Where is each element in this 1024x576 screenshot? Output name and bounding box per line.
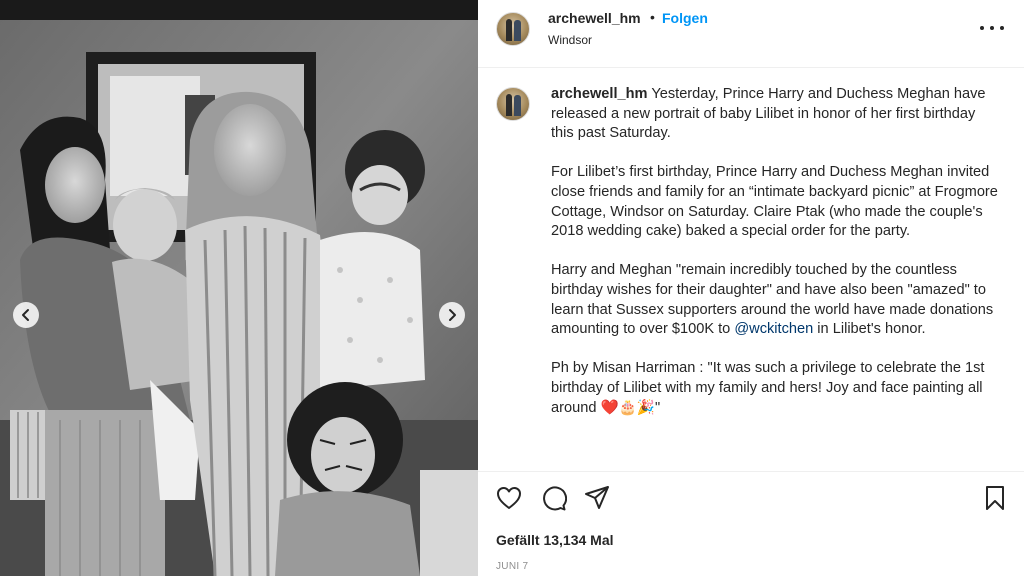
caption-paragraph-3-end: in Lilibet's honor. [813, 321, 926, 338]
heart-outline-icon [497, 487, 521, 509]
post-side-panel: archewell_hm • Folgen Windsor archewell_… [478, 0, 1024, 576]
bookmark-outline-icon [986, 486, 1004, 510]
share-button[interactable] [583, 484, 611, 512]
speech-bubble-icon [543, 486, 568, 511]
caption-paragraph-2: For Lilibet’s first birthday, Prince Har… [551, 164, 998, 240]
prev-photo-button[interactable] [13, 302, 39, 328]
header-username[interactable]: archewell_hm [548, 10, 641, 26]
post-date[interactable]: JUNI 7 [496, 561, 528, 572]
likes-count[interactable]: Gefällt 13,134 Mal [496, 532, 614, 548]
avatar[interactable] [496, 12, 530, 46]
post-header: archewell_hm • Folgen Windsor [478, 0, 1024, 68]
post-actions [478, 484, 1024, 516]
more-options-icon[interactable] [980, 22, 1004, 34]
paper-plane-icon [585, 486, 609, 509]
caption-area: archewell_hm Yesterday, Prince Harry and… [478, 69, 1024, 472]
location-link[interactable]: Windsor [548, 33, 592, 47]
caption-avatar[interactable] [496, 87, 530, 121]
caption-username[interactable]: archewell_hm [551, 86, 648, 102]
like-button[interactable] [495, 484, 523, 512]
caption-paragraph-4-end: " [655, 399, 661, 416]
post-photo-pane [0, 0, 478, 576]
caption-text: archewell_hm Yesterday, Prince Harry and… [551, 85, 999, 438]
chevron-right-icon [449, 309, 456, 321]
chevron-left-icon [22, 309, 29, 321]
comment-button[interactable] [539, 484, 568, 512]
mention-link[interactable]: @wckitchen [734, 321, 813, 337]
next-photo-button[interactable] [439, 302, 465, 328]
post-photo [0, 0, 478, 576]
save-button[interactable] [981, 484, 1009, 512]
caption-emojis: ❤️🎂🎉 [600, 399, 656, 416]
follow-separator: • [650, 9, 655, 25]
follow-button[interactable]: Folgen [662, 10, 708, 26]
